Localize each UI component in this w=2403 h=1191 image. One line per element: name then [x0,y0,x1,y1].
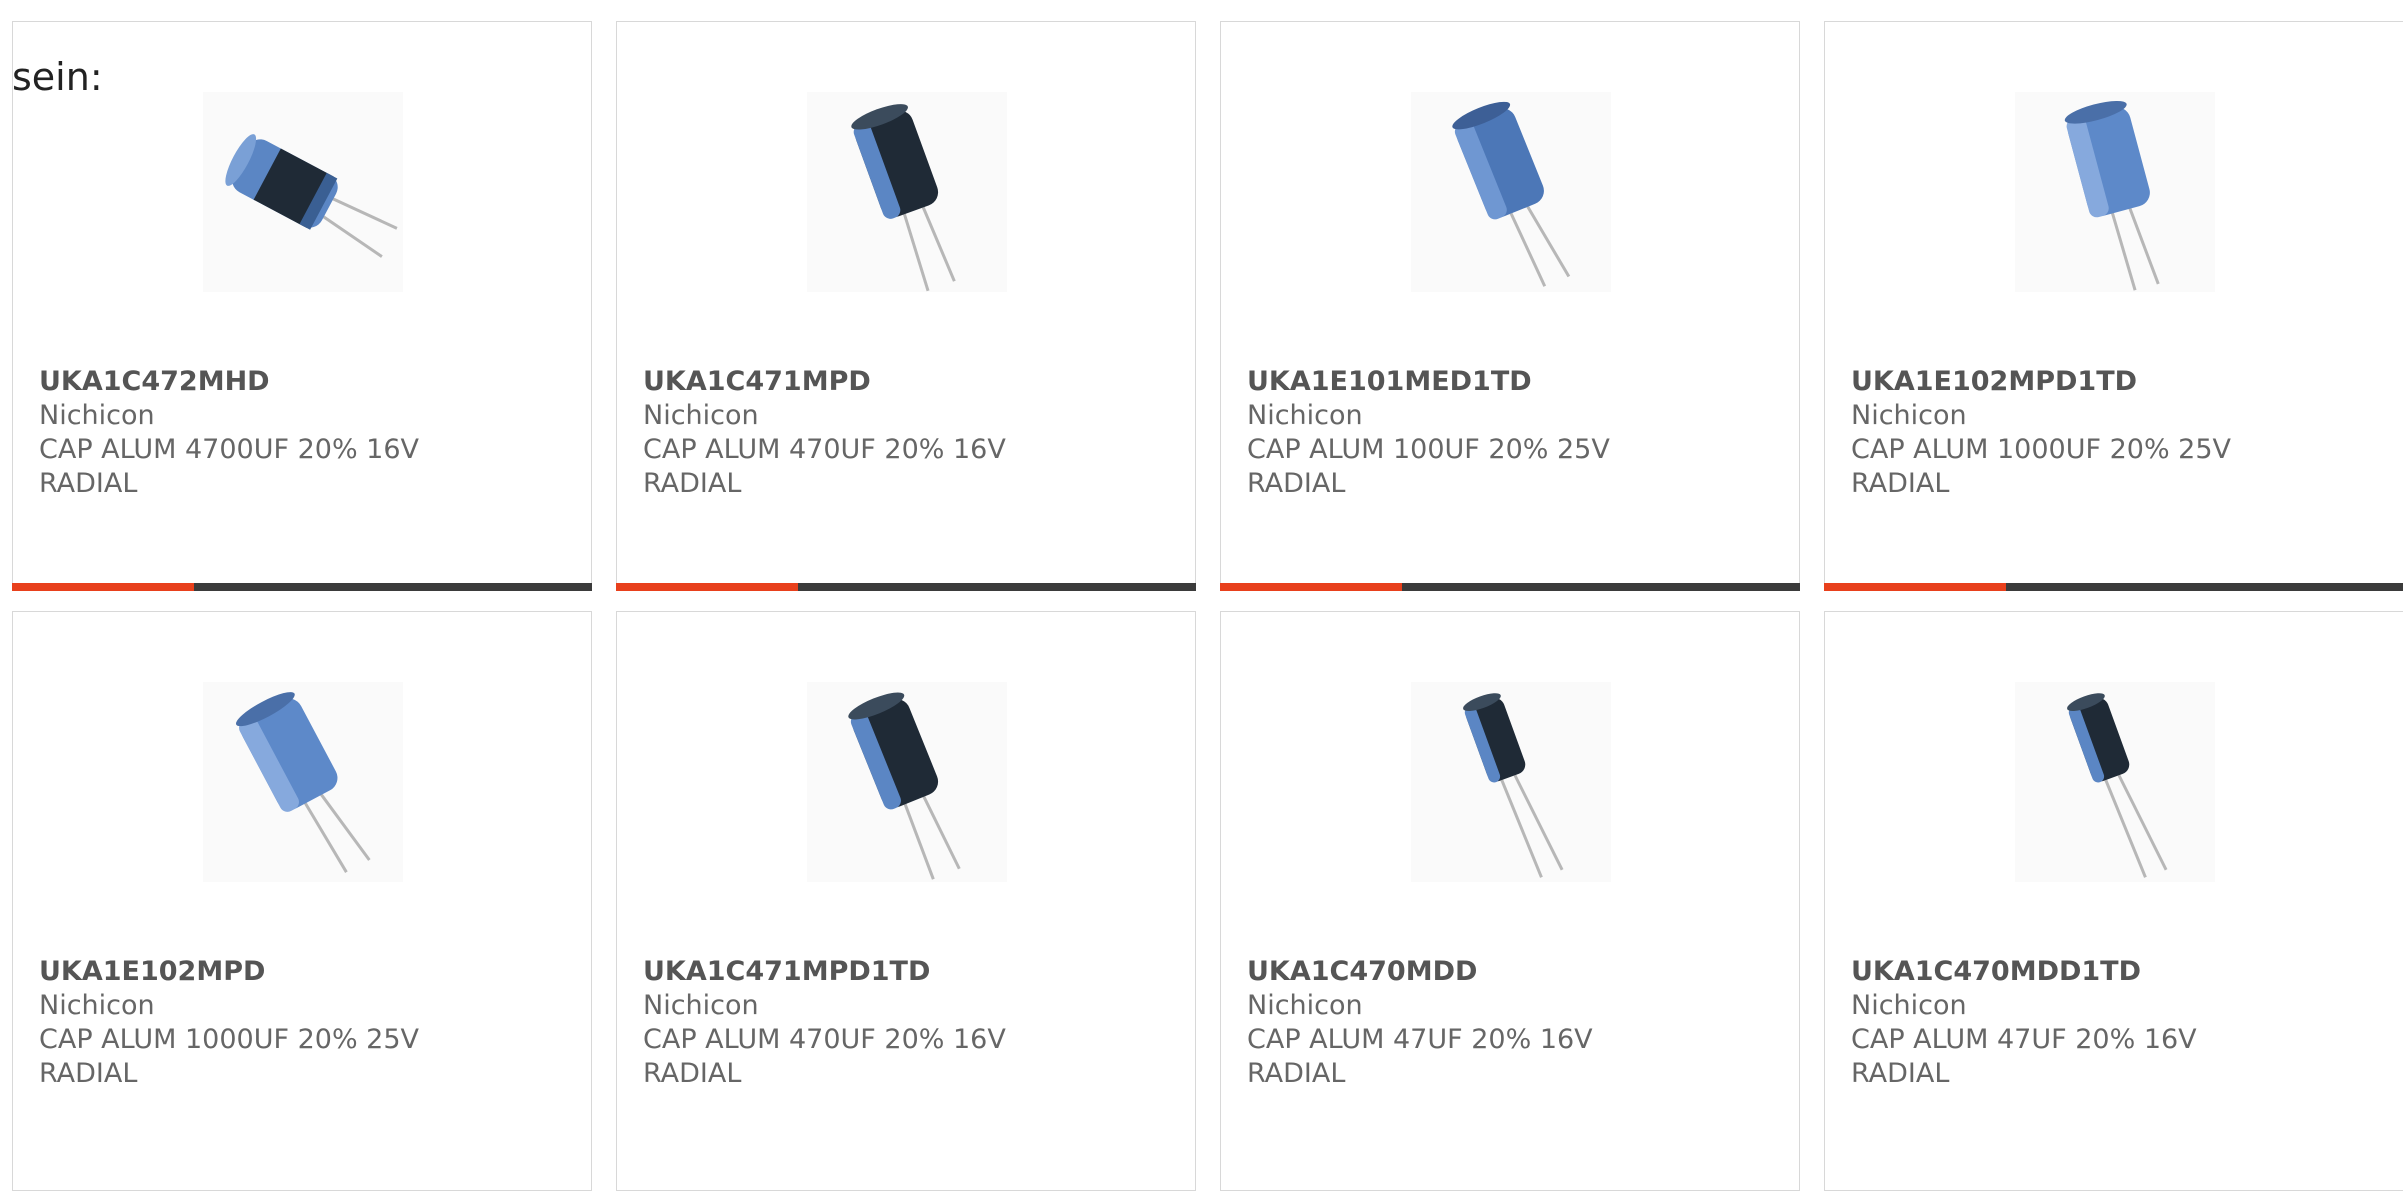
card-accent-bar [1220,583,1402,591]
product-card[interactable]: UKA1C471MPD Nichicon CAP ALUM 470UF 20% … [616,21,1196,591]
part-number-link[interactable]: UKA1C470MDD [1247,955,1787,989]
description-line: RADIAL [39,1058,138,1089]
capacitor-icon [2064,100,2160,291]
description-line: CAP ALUM 470UF 20% 16V [643,1024,1006,1055]
product-grid: UKA1C472MHD Nichicon CAP ALUM 4700UF 20%… [0,0,2403,1191]
description-line: CAP ALUM 1000UF 20% 25V [39,1024,420,1055]
manufacturer-label: Nichicon [643,990,759,1021]
product-info: UKA1C470MDD Nichicon CAP ALUM 47UF 20% 1… [1247,955,1787,1091]
manufacturer-label: Nichicon [39,400,155,431]
card-footer-bar [1220,583,1800,591]
manufacturer-label: Nichicon [643,400,759,431]
part-number-link[interactable]: UKA1C470MDD1TD [1851,955,2391,989]
capacitor-icon [2067,693,2168,878]
card-accent-bar [12,583,194,591]
description-line: CAP ALUM 470UF 20% 16V [643,434,1006,465]
part-number-link[interactable]: UKA1C471MPD1TD [643,955,1183,989]
capacitor-image[interactable] [2015,92,2215,292]
product-card[interactable]: UKA1C471MPD1TD Nichicon CAP ALUM 470UF 2… [616,611,1196,1191]
product-info: UKA1E101MED1TD Nichicon CAP ALUM 100UF 2… [1247,365,1787,501]
description-line: RADIAL [39,468,138,499]
product-card[interactable]: UKA1E102MPD1TD Nichicon CAP ALUM 1000UF … [1824,21,2403,591]
card-footer-bar [12,583,592,591]
capacitor-icon [225,134,398,258]
capacitor-image[interactable] [807,92,1007,292]
capacitor-image[interactable] [203,682,403,882]
capacitor-icon [1463,693,1564,878]
manufacturer-label: Nichicon [39,990,155,1021]
description-line: CAP ALUM 4700UF 20% 16V [39,434,420,465]
product-card[interactable]: UKA1E101MED1TD Nichicon CAP ALUM 100UF 2… [1220,21,1800,591]
card-footer-bar [616,583,1196,591]
product-card[interactable]: UKA1E102MPD Nichicon CAP ALUM 1000UF 20%… [12,611,592,1191]
product-info: UKA1C471MPD1TD Nichicon CAP ALUM 470UF 2… [643,955,1183,1091]
card-accent-bar [616,583,798,591]
product-card[interactable]: UKA1C470MDD Nichicon CAP ALUM 47UF 20% 1… [1220,611,1800,1191]
description-line: CAP ALUM 100UF 20% 25V [1247,434,1610,465]
product-info: UKA1C471MPD Nichicon CAP ALUM 470UF 20% … [643,365,1183,501]
product-card[interactable]: UKA1C472MHD Nichicon CAP ALUM 4700UF 20%… [12,21,592,591]
capacitor-image[interactable] [807,682,1007,882]
intro-text: sein: [12,55,103,99]
capacitor-icon [851,104,956,292]
description-line: CAP ALUM 1000UF 20% 25V [1851,434,2232,465]
description-line: RADIAL [1851,468,1950,499]
capacitor-image[interactable] [1411,92,1611,292]
product-info: UKA1C472MHD Nichicon CAP ALUM 4700UF 20%… [39,365,579,501]
capacitor-image[interactable] [1411,682,1611,882]
description-line: CAP ALUM 47UF 20% 16V [1851,1024,2197,1055]
capacitor-icon [848,692,961,880]
manufacturer-label: Nichicon [1247,400,1363,431]
product-info: UKA1C470MDD1TD Nichicon CAP ALUM 47UF 20… [1851,955,2391,1091]
product-card[interactable]: UKA1C470MDD1TD Nichicon CAP ALUM 47UF 20… [1824,611,2403,1191]
card-accent-bar [1824,583,2006,591]
description-line: RADIAL [643,1058,742,1089]
description-line: RADIAL [643,468,742,499]
description-line: RADIAL [1247,468,1346,499]
part-number-link[interactable]: UKA1C471MPD [643,365,1183,399]
part-number-link[interactable]: UKA1E101MED1TD [1247,365,1787,399]
product-info: UKA1E102MPD Nichicon CAP ALUM 1000UF 20%… [39,955,579,1091]
manufacturer-label: Nichicon [1851,990,1967,1021]
part-number-link[interactable]: UKA1E102MPD1TD [1851,365,2391,399]
description-line: CAP ALUM 47UF 20% 16V [1247,1024,1593,1055]
manufacturer-label: Nichicon [1851,400,1967,431]
capacitor-image[interactable] [2015,682,2215,882]
part-number-link[interactable]: UKA1E102MPD [39,955,579,989]
part-number-link[interactable]: UKA1C472MHD [39,365,579,399]
card-footer-bar [1824,583,2403,591]
capacitor-icon [236,692,371,873]
manufacturer-label: Nichicon [1247,990,1363,1021]
capacitor-icon [1452,101,1571,287]
capacitor-image[interactable] [203,92,403,292]
description-line: RADIAL [1851,1058,1950,1089]
description-line: RADIAL [1247,1058,1346,1089]
product-info: UKA1E102MPD1TD Nichicon CAP ALUM 1000UF … [1851,365,2391,501]
